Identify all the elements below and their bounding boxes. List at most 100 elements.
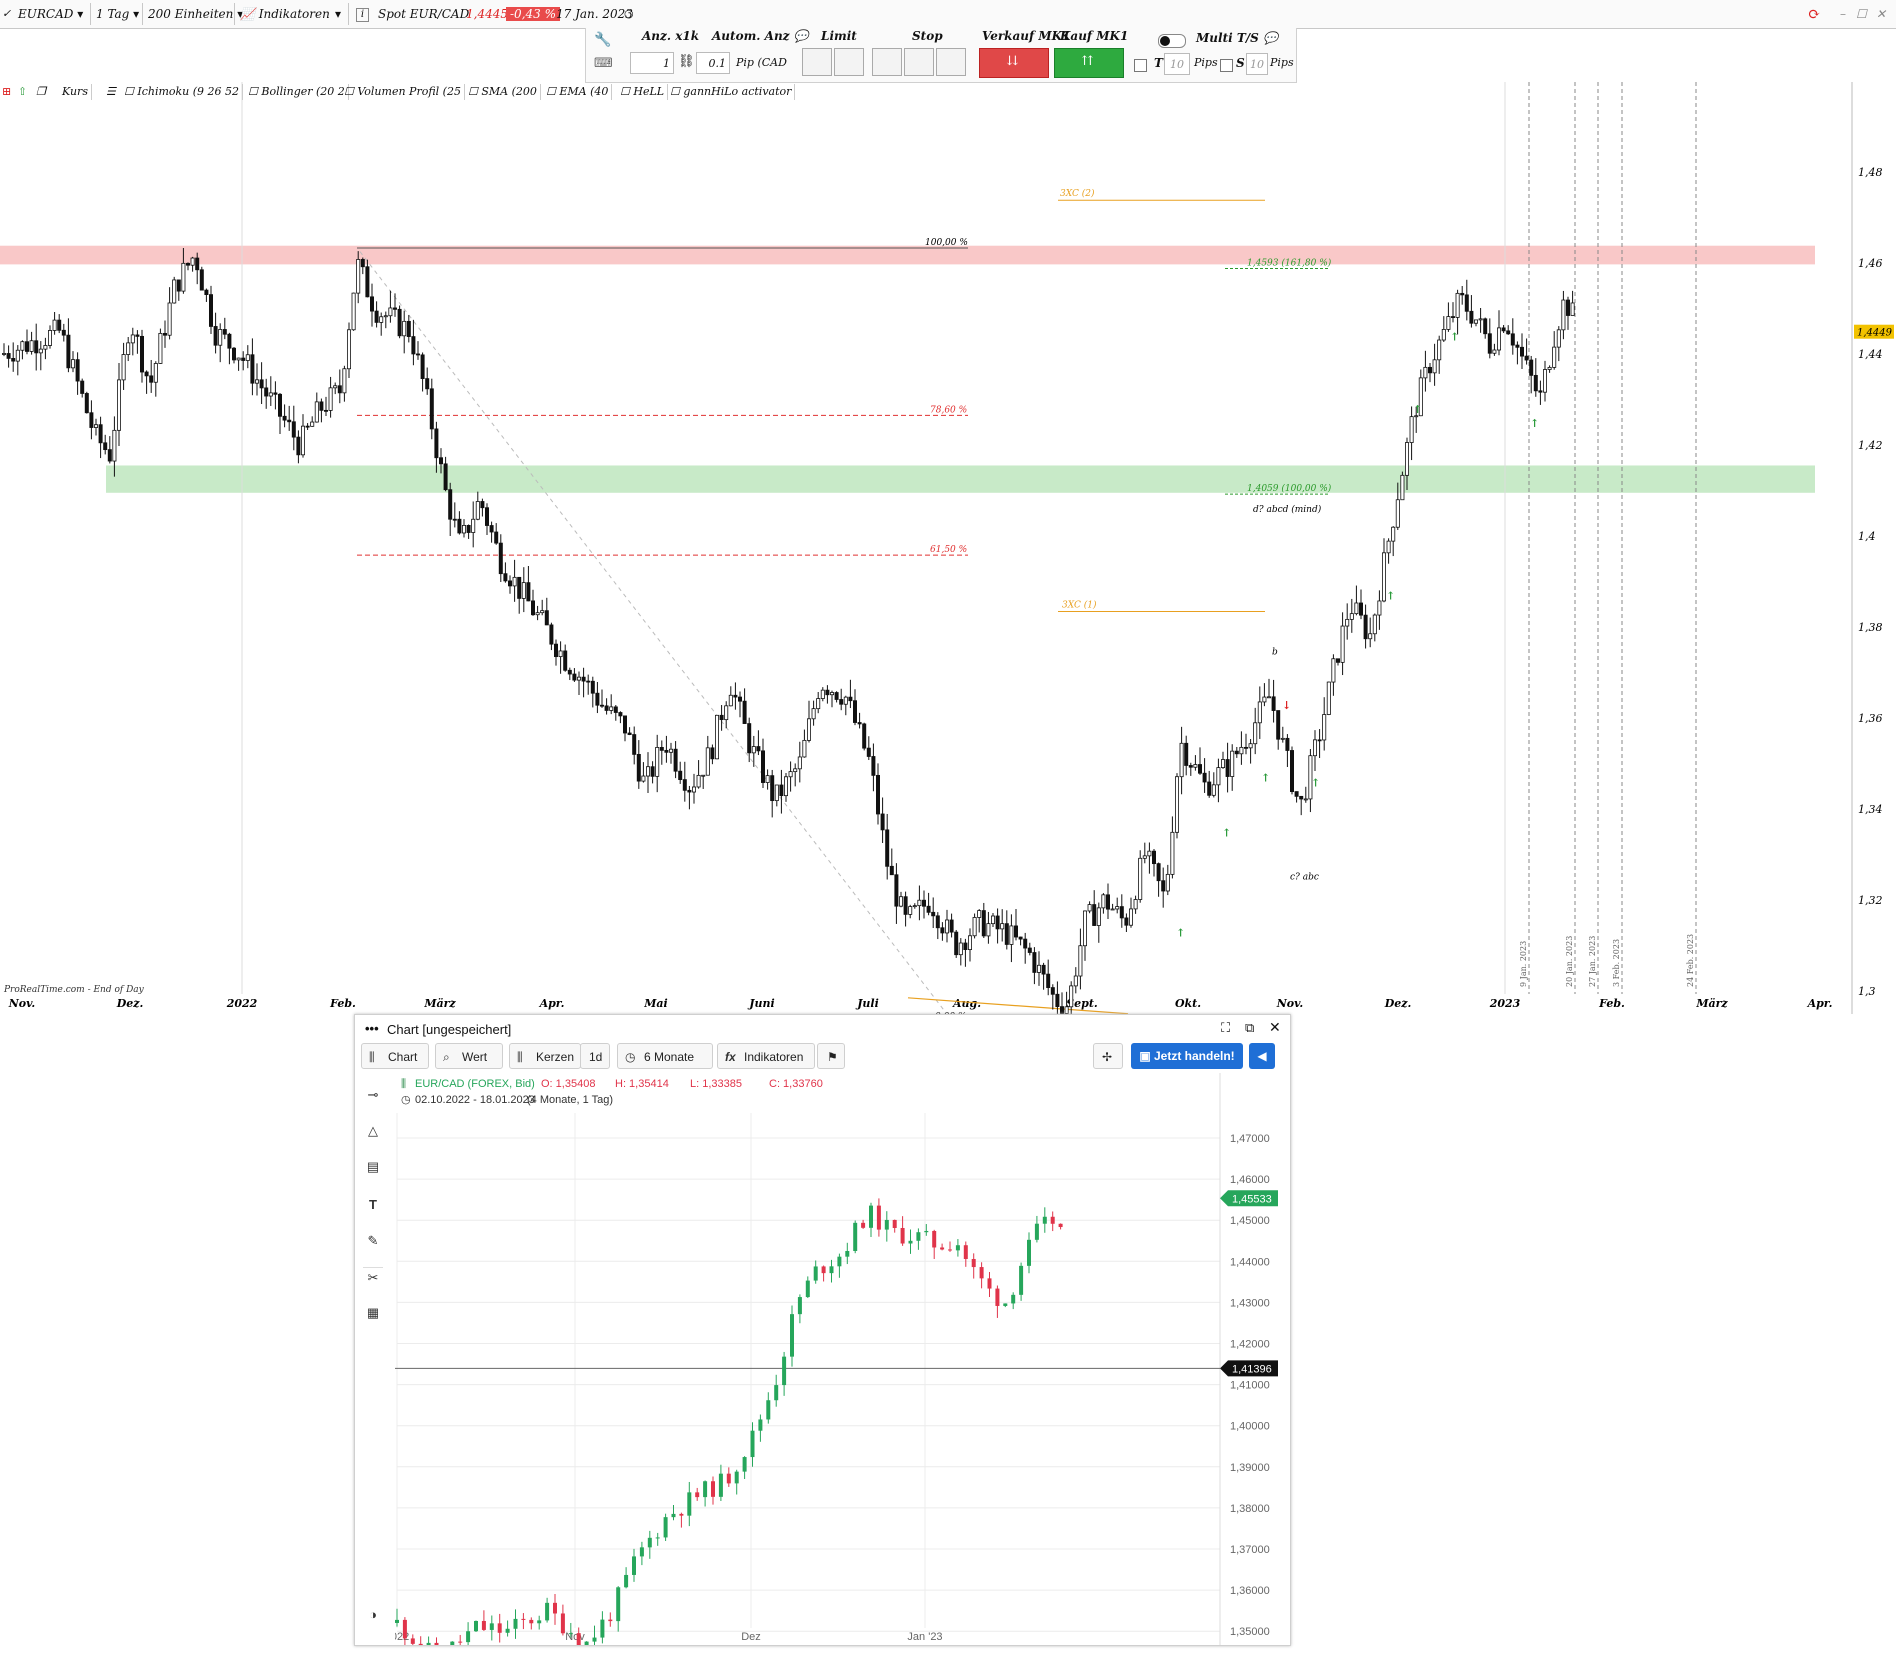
text-tool-icon[interactable]: T <box>363 1195 383 1215</box>
link-icon[interactable]: ⛓ <box>678 54 695 69</box>
menu-dots-icon[interactable]: ••• <box>365 1021 379 1036</box>
t-pips-input[interactable]: 10 <box>1164 53 1190 75</box>
units-selector[interactable]: 200 Einheiten ▾ <box>148 4 243 24</box>
ohlc-body <box>1451 317 1454 318</box>
ohlc-body <box>200 270 203 290</box>
refresh-icon[interactable]: ⟳ <box>1808 4 1821 24</box>
ohlc-body <box>94 425 97 428</box>
scissors-tool-icon[interactable]: ✂ <box>363 1267 383 1288</box>
ohlc-body <box>1221 760 1224 768</box>
limit-add-button[interactable] <box>802 48 832 76</box>
limit-edit-button[interactable] <box>834 48 864 76</box>
y-tick-label: 1,36000 <box>1230 1585 1270 1597</box>
fib-tool-icon[interactable]: ▤ <box>363 1157 383 1177</box>
ohlc-body <box>1442 329 1445 340</box>
indicators-dropdown[interactable]: ▾ <box>335 4 341 24</box>
symbol-selector[interactable]: EURCAD ▾ <box>18 4 83 24</box>
range-button[interactable]: ◷6 Monate <box>617 1043 713 1069</box>
wert-button[interactable]: ⌕Wert <box>435 1043 503 1069</box>
stop-edit-button[interactable] <box>904 48 934 76</box>
popout-icon[interactable]: ⧉ <box>1245 1020 1254 1036</box>
crosshair-icon: ✢ <box>1102 1050 1112 1064</box>
ohlc-body <box>288 420 291 422</box>
pip-value-input[interactable]: 0.1 <box>696 52 730 74</box>
wrench-icon[interactable]: 🔧 <box>594 32 611 48</box>
stop-add-button[interactable] <box>872 48 902 76</box>
info-icon[interactable]: i <box>356 8 369 22</box>
stop-trail-button[interactable] <box>936 48 966 76</box>
s-pips-input[interactable]: 10 <box>1246 53 1268 75</box>
t-label: T <box>1154 56 1163 70</box>
fullscreen-icon[interactable]: ⛶ <box>1221 1020 1230 1036</box>
ohlc-body <box>1254 723 1257 744</box>
trade-now-button[interactable]: ▣ Jetzt handeln! <box>1131 1043 1243 1069</box>
pen-tool-icon[interactable]: ✎ <box>363 1231 383 1251</box>
calculator-icon[interactable]: ▦ <box>363 1303 383 1323</box>
interval-selector[interactable]: 1 Tag ▾ <box>96 4 139 24</box>
window-icon[interactable]: ❐ <box>36 84 49 100</box>
candle-body <box>988 1278 992 1288</box>
ohlc-body <box>849 697 852 701</box>
interval-button[interactable]: 1d <box>580 1043 610 1069</box>
candle-body <box>837 1257 841 1267</box>
ohlc-body <box>945 920 948 933</box>
indicator-item[interactable]: ☐ gannHiLo activator <box>670 84 795 100</box>
ohlc-body <box>619 713 622 716</box>
ohlc-body <box>725 706 728 720</box>
line-tool-icon[interactable]: ⊸ <box>363 1085 383 1105</box>
indicator-item[interactable]: Kurs <box>62 84 92 100</box>
chart-type-button[interactable]: ⫼Chart <box>361 1043 429 1069</box>
qty-label: Anz. x1k <box>642 29 699 43</box>
indicators-button[interactable]: 📈 Indikatoren <box>240 4 330 24</box>
ohlc-body <box>1548 367 1551 369</box>
ohlc-body <box>412 337 415 354</box>
close-icon[interactable]: ✕ <box>1269 1019 1281 1036</box>
contrast-icon[interactable]: ◑ <box>363 1605 383 1625</box>
candle-body <box>466 1631 470 1642</box>
indicator-item[interactable]: ☐ Volumen Profil (25 <box>344 84 465 100</box>
ohlc-body <box>113 430 116 461</box>
list-icon[interactable]: ☰ <box>106 84 119 100</box>
x-tick-label: Nov. <box>1276 997 1304 1010</box>
close-button[interactable]: ✕ <box>1876 4 1886 24</box>
indicators-button[interactable]: fxIndikatoren <box>717 1043 815 1069</box>
main-price-chart[interactable]: 1,481,461,441,421,41,381,361,341,321,3No… <box>0 82 1896 1014</box>
qty-input[interactable]: 1 <box>630 52 674 74</box>
ohlc-body <box>840 699 843 704</box>
collapse-arrow-button[interactable]: ◀ <box>1249 1043 1275 1069</box>
multi-toggle[interactable] <box>1158 34 1186 48</box>
candle-body <box>577 1633 581 1645</box>
candle-body <box>893 1220 897 1228</box>
indicator-item[interactable]: ☐ Ichimoku (9 26 52 <box>124 84 243 100</box>
candle-body <box>450 1642 454 1645</box>
app-icon[interactable]: ✓ <box>2 4 11 24</box>
buy-button[interactable]: ⇈ <box>1054 48 1124 78</box>
secondary-price-chart[interactable]: ⫼EUR/CAD (FOREX, Bid)O: 1,35408H: 1,3541… <box>395 1073 1290 1645</box>
t-checkbox[interactable] <box>1134 59 1147 72</box>
ohlc-body <box>1359 603 1362 615</box>
minimize-button[interactable]: – <box>1840 4 1846 24</box>
target-mid-label: 1,4059 (100,00 %) <box>1247 483 1332 494</box>
indicator-item[interactable]: ☐ HeLL <box>620 84 668 100</box>
indicator-item[interactable]: ☐ SMA (200 <box>468 84 541 100</box>
ohlc-value: C: 1,33760 <box>769 1078 823 1090</box>
ohlc-body <box>251 355 254 383</box>
move-up-icon[interactable]: ⇧ <box>18 84 30 100</box>
kerzen-button[interactable]: ⫼Kerzen <box>509 1043 581 1069</box>
crosshair-button[interactable]: ✢ <box>1093 1043 1123 1069</box>
ohlc-body <box>347 330 350 369</box>
triangle-tool-icon[interactable]: △ <box>363 1121 383 1141</box>
bookmark-button[interactable]: ⚑ <box>817 1043 845 1069</box>
ohlc-body <box>7 353 10 358</box>
add-indicator-icon[interactable]: ⊞ <box>2 84 14 100</box>
ohlc-body <box>665 750 668 752</box>
indicator-item[interactable]: ☐ EMA (40 <box>546 84 612 100</box>
keyboard-icon[interactable]: ⌨ <box>594 56 613 71</box>
restore-button[interactable]: ☐ <box>1856 4 1867 24</box>
ohlc-body <box>872 756 875 775</box>
s-checkbox[interactable] <box>1220 59 1233 72</box>
ohlc-body <box>1396 500 1399 527</box>
sell-button[interactable]: ⇊ <box>979 48 1049 78</box>
indicator-item[interactable]: ☐ Bollinger (20 2 <box>248 84 349 100</box>
ohlc-body <box>798 757 801 769</box>
